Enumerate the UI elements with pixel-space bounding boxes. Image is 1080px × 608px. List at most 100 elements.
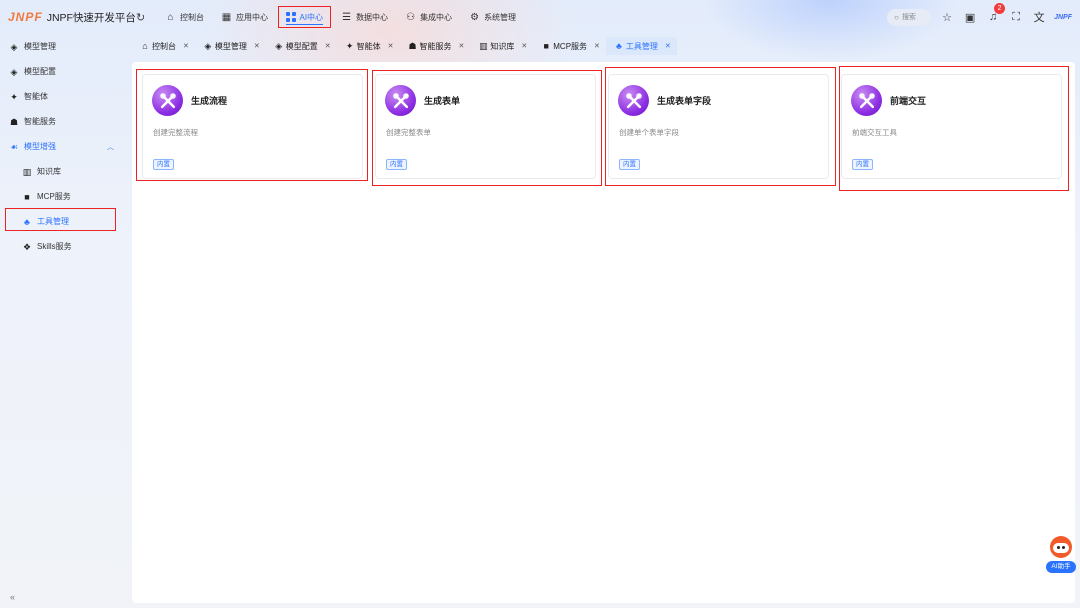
tab-mcp-service[interactable]: ■ MCP服务 ✕ [533,37,606,55]
search-input[interactable]: ○ 搜索 [887,8,932,26]
topnav-label: 控制台 [180,12,204,22]
server-icon: ■ [24,191,30,202]
enhance-icon: ☙ [9,141,19,152]
tab-agent[interactable]: ✦ 智能体 ✕ [337,37,400,55]
server-icon: ■ [543,41,549,51]
tab-tool-management[interactable]: ♣ 工具管理 ✕ [605,37,677,55]
chevron-up-icon: ︿ [107,143,114,151]
tab-label: 知识库 [490,41,515,51]
sidebar-item-mcp-service[interactable]: ■ MCP服务 [0,184,128,209]
collapse-sidebar-button[interactable]: « [10,592,15,602]
tab-smart-service[interactable]: ☗ 智能服务 ✕ [400,37,471,55]
bell-icon[interactable]: ♫ 2 [986,3,1006,23]
tab-label: 控制台 [152,41,176,51]
search-icon: ○ [894,12,899,22]
logo-mark: JNPF [8,10,43,24]
sidebar-item-model-config[interactable]: ◈ 模型配置 [0,59,128,84]
sidebar-item-label: 知识库 [37,167,61,176]
close-icon[interactable]: ✕ [388,42,394,50]
sparkle-icon: ✦ [10,91,18,102]
close-icon[interactable]: ✕ [459,42,465,50]
cube-icon: ◈ [10,41,18,52]
top-nav: ⌂ 控制台 ▦ 应用中心 AI中心 ☰ 数据中心 ⚇ 集成中心 ⚙ 系统管理 [158,0,526,34]
user-avatar[interactable]: JNPF [1054,14,1072,21]
translate-icon[interactable]: 文 [1032,9,1046,25]
close-icon[interactable]: ✕ [594,42,600,50]
app-icon: ▦ [221,11,232,23]
app-logo[interactable]: JNPF JNPF快速开发平台 [0,10,136,25]
tab-dashboard[interactable]: ⌂ 控制台 ✕ [132,37,195,55]
robot-icon: ☗ [408,40,417,51]
document-icon[interactable]: ▣ [963,11,977,24]
library-icon: ▥ [22,166,32,177]
tools-icon: ♣ [615,41,622,51]
star-icon[interactable]: ☆ [940,11,954,24]
tab-label: 工具管理 [625,41,658,51]
database-icon: ☰ [342,11,352,23]
sidebar-item-label: MCP服务 [37,192,71,201]
home-icon: ⌂ [167,11,174,23]
ai-assistant-label: AI助手 [1046,561,1076,573]
topnav-app-center[interactable]: ▦ 应用中心 [214,6,275,28]
topnav-label: 集成中心 [420,12,453,22]
tab-label: 智能体 [356,41,381,51]
fullscreen-icon[interactable]: ⛶ [1009,11,1023,24]
tab-label: 智能服务 [419,41,452,51]
highlight-box [136,69,368,181]
sidebar-item-smart-service[interactable]: ☗ 智能服务 [0,109,128,134]
topnav-dashboard[interactable]: ⌂ 控制台 [158,6,211,28]
sidebar-item-knowledge-base[interactable]: ▥ 知识库 [0,159,128,184]
robot-icon: ☗ [9,116,19,127]
sidebar-item-agent[interactable]: ✦ 智能体 [0,84,128,109]
tab-knowledge-base[interactable]: ▥ 知识库 ✕ [470,37,533,55]
notification-badge: 2 [994,3,1006,14]
topnav-label: AI中心 [299,12,324,22]
sidebar: ◈ 模型管理 ◈ 模型配置 ✦ 智能体 ☗ 智能服务 ☙ 模型增强 ︿ ▥ 知识… [0,34,128,608]
sidebar-item-label: 模型管理 [24,42,56,51]
topnav-label: 系统管理 [484,12,517,22]
main-content: 生成流程 创建完整流程 内置 生成表单 创建完整表单 内置 生成表单字段 创建单… [132,62,1075,603]
home-icon: ⌂ [142,41,148,51]
sidebar-item-label: 模型增强 [24,142,56,151]
highlight-box [372,70,602,186]
sidebar-item-label: 智能服务 [24,117,56,126]
header-actions: ○ 搜索 ☆ ▣ ♫ 2 ⛶ 文 JNPF [887,0,1072,34]
tab-label: MCP服务 [553,41,588,51]
close-icon[interactable]: ✕ [325,42,331,50]
grid-icon [286,12,296,22]
highlight-box [605,67,836,186]
sidebar-group-model-enhance[interactable]: ☙ 模型增强 ︿ [0,134,128,159]
tab-label: 模型管理 [214,41,247,51]
topnav-label: 应用中心 [236,12,268,22]
topnav-integration-center[interactable]: ⚇ 集成中心 [398,6,459,28]
settings-icon: ⚙ [470,11,480,23]
top-header: JNPF JNPF快速开发平台 ↻ ⌂ 控制台 ▦ 应用中心 AI中心 ☰ 数据… [0,0,1080,34]
sidebar-item-model-management[interactable]: ◈ 模型管理 [0,34,128,59]
library-icon: ▥ [479,40,488,51]
highlight-box [5,208,116,231]
tab-label: 模型配置 [285,41,318,51]
robot-icon [1050,536,1072,558]
cube-icon: ◈ [204,40,212,51]
tab-bar: ⌂ 控制台 ✕ ◈ 模型管理 ✕ ◈ 模型配置 ✕ ✦ 智能体 ✕ ☗ 智能服务… [132,37,677,55]
sidebar-item-label: 模型配置 [24,67,56,76]
close-icon[interactable]: ✕ [254,42,260,50]
refresh-icon[interactable]: ↻ [136,11,150,24]
ai-assistant-button[interactable]: AI助手 [1046,536,1076,576]
topnav-system-management[interactable]: ⚙ 系统管理 [462,6,523,28]
tab-model-management[interactable]: ◈ 模型管理 ✕ [195,37,266,55]
tab-model-config[interactable]: ◈ 模型配置 ✕ [266,37,337,55]
sidebar-item-skills-service[interactable]: ❖ Skills服务 [0,234,128,259]
cube-config-icon: ◈ [10,66,18,77]
cube-config-icon: ◈ [275,40,283,51]
close-icon[interactable]: ✕ [521,42,527,50]
skills-icon: ❖ [22,241,32,252]
topnav-data-center[interactable]: ☰ 数据中心 [334,6,395,28]
close-icon[interactable]: ✕ [665,42,671,50]
sidebar-item-label: 智能体 [24,92,48,101]
close-icon[interactable]: ✕ [183,42,189,50]
sparkle-icon: ✦ [345,40,354,51]
search-placeholder: 搜索 [901,14,916,21]
integration-icon: ⚇ [406,11,416,23]
topnav-ai-center[interactable]: AI中心 [278,6,332,28]
